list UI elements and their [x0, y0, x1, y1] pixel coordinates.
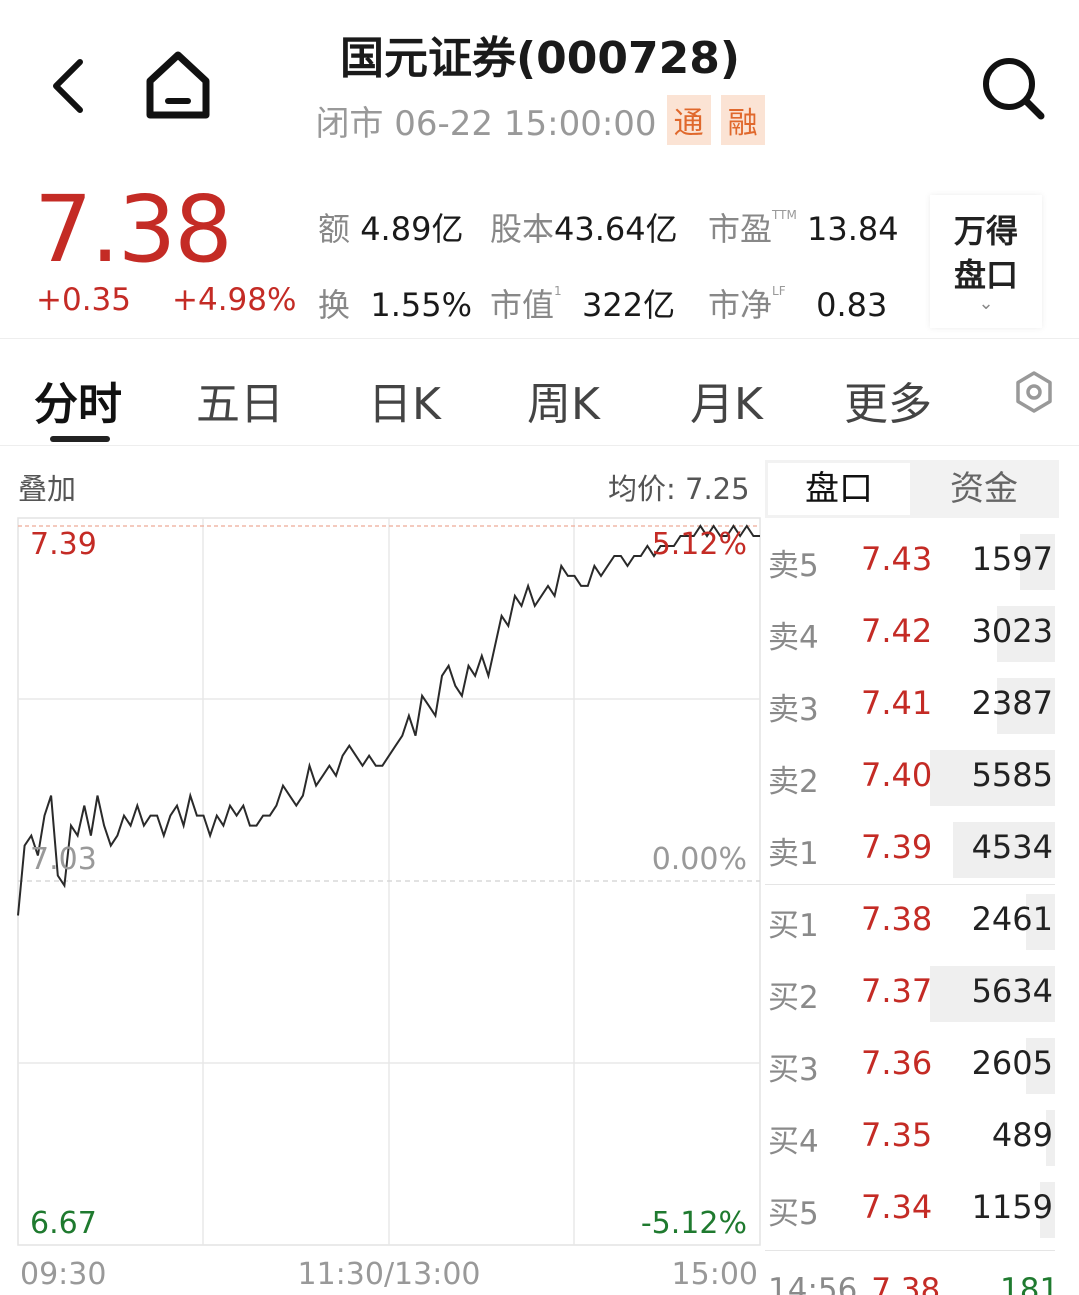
- stat-market-cap: 市值1 322亿: [490, 284, 676, 324]
- wind-orderbook-button[interactable]: 万得 盘口 ⌄: [930, 195, 1042, 328]
- y-label-prev-close: 7.03: [30, 842, 97, 877]
- level-price: 7.37: [861, 972, 933, 1010]
- level-price: 7.38: [861, 900, 933, 938]
- level-label: 买5: [768, 1196, 819, 1232]
- y-label-high-pct: 5.12%: [652, 527, 747, 562]
- level-volume: 2387: [971, 684, 1053, 722]
- stat-total-shares: 股本43.64亿: [490, 210, 678, 248]
- price-change-pct: +4.98%: [172, 282, 297, 318]
- home-icon: [146, 51, 210, 119]
- tab-five-day[interactable]: 五日: [196, 368, 284, 432]
- x-label-midday: 11:30/13:00: [297, 1257, 480, 1292]
- stock-title: 国元证券(000728): [340, 33, 740, 84]
- x-label-close: 15:00: [672, 1257, 758, 1292]
- tab-intraday[interactable]: 分时: [34, 368, 122, 432]
- buy-level-row: 买4 7.35 489: [765, 1102, 1055, 1174]
- tick-price: 7.38: [871, 1272, 941, 1295]
- sell-level-row: 卖2 7.40 5585: [765, 742, 1055, 814]
- orderbook-divider: [765, 1250, 1055, 1251]
- back-button[interactable]: [40, 50, 100, 120]
- level-price: 7.35: [861, 1116, 933, 1154]
- level-volume: 5634: [971, 972, 1053, 1010]
- level-label: 买2: [768, 980, 819, 1016]
- stat-turnover-amount: 额 4.89亿: [318, 210, 464, 248]
- level-price: 7.36: [861, 1044, 933, 1082]
- level-label: 卖1: [768, 836, 819, 872]
- level-price: 7.41: [861, 684, 933, 722]
- level-price: 7.34: [861, 1188, 933, 1226]
- x-label-open: 09:30: [20, 1257, 106, 1292]
- level-label: 卖3: [768, 692, 819, 728]
- y-label-low-pct: -5.12%: [641, 1206, 747, 1241]
- tab-orderbook[interactable]: 盘口: [768, 463, 910, 515]
- orderbook-divider: [765, 884, 1055, 885]
- level-label: 卖5: [768, 548, 819, 584]
- y-label-zero-pct: 0.00%: [652, 842, 747, 877]
- y-label-low: 6.67: [30, 1206, 97, 1241]
- buy-level-row: 买5 7.34 1159: [765, 1174, 1055, 1246]
- current-price: 7.38: [34, 176, 233, 283]
- sell-level-row: 卖3 7.41 2387: [765, 670, 1055, 742]
- market-status: 闭市 06-22 15:00:00: [315, 103, 657, 144]
- search-button[interactable]: [975, 50, 1051, 126]
- market-status-line: 闭市 06-22 15:00:00 通 融: [250, 95, 830, 145]
- y-label-high: 7.39: [30, 527, 97, 562]
- level-price: 7.42: [861, 612, 933, 650]
- level-label: 买3: [768, 1052, 819, 1088]
- level-label: 卖4: [768, 620, 819, 656]
- level-price: 7.40: [861, 756, 933, 794]
- sell-level-row: 卖4 7.42 3023: [765, 598, 1055, 670]
- chevron-down-icon: ⌄: [978, 293, 994, 314]
- sell-level-row: 卖1 7.39 4534: [765, 814, 1055, 886]
- search-icon: [983, 58, 1045, 120]
- margin-badge: 融: [720, 95, 765, 145]
- tab-weekly-k[interactable]: 周K: [527, 368, 600, 432]
- stat-pb-lf: 市净LF 0.83: [708, 284, 888, 324]
- home-button[interactable]: [138, 45, 218, 125]
- sell-level-row: 卖5 7.43 1597: [765, 526, 1055, 598]
- buy-level-row: 买3 7.36 2605: [765, 1030, 1055, 1102]
- stat-turnover-rate: 换 1.55%: [318, 286, 473, 324]
- level-label: 卖2: [768, 764, 819, 800]
- last-trade-tick: 14:56 7.38 181: [768, 1272, 1059, 1295]
- buy-level-row: 买1 7.38 2461: [765, 886, 1055, 958]
- stat-pe-ttm: 市盈TTM 13.84: [708, 208, 899, 248]
- intraday-chart[interactable]: 7.39 7.03 6.67 5.12% 0.00% -5.12% 09:30 …: [0, 500, 765, 1295]
- active-tab-indicator: [50, 436, 110, 442]
- buy-level-row: 买2 7.37 5634: [765, 958, 1055, 1030]
- level-volume: 5585: [971, 756, 1053, 794]
- tick-volume: 181: [1000, 1272, 1060, 1295]
- connect-badge: 通: [666, 95, 711, 145]
- tick-time: 14:56: [768, 1272, 858, 1295]
- settings-icon: [1016, 371, 1052, 413]
- chevron-left-icon: [53, 59, 83, 113]
- chart-grid: [17, 517, 761, 1246]
- level-volume: 2605: [971, 1044, 1053, 1082]
- level-volume: 2461: [971, 900, 1053, 938]
- tab-more[interactable]: 更多: [844, 368, 932, 432]
- level-volume: 3023: [971, 612, 1053, 650]
- chart-settings-button[interactable]: [1012, 370, 1056, 414]
- level-label: 买1: [768, 908, 819, 944]
- level-label: 买4: [768, 1124, 819, 1160]
- level-volume: 1159: [971, 1188, 1053, 1226]
- level-volume: 4534: [971, 828, 1053, 866]
- level-volume: 489: [991, 1116, 1053, 1154]
- tab-daily-k[interactable]: 日K: [368, 368, 441, 432]
- tab-capital-flow[interactable]: 资金: [912, 463, 1056, 515]
- level-volume: 1597: [971, 540, 1053, 578]
- price-change: +0.35: [36, 282, 131, 318]
- level-price: 7.43: [861, 540, 933, 578]
- tab-monthly-k[interactable]: 月K: [690, 368, 763, 432]
- level-price: 7.39: [861, 828, 933, 866]
